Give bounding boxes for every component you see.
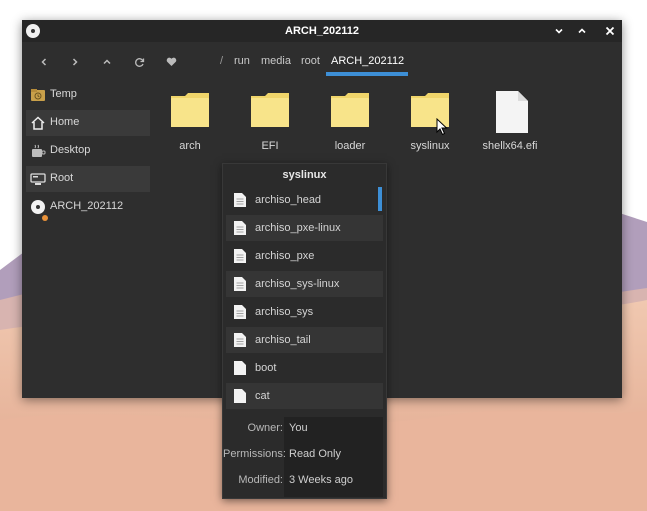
text-file-icon xyxy=(234,193,246,207)
blank-file-icon xyxy=(234,361,246,375)
popover-list-item[interactable]: boot xyxy=(226,355,383,381)
text-file-icon xyxy=(234,305,246,319)
blank-file-icon xyxy=(234,389,246,403)
sidebar-item-label: Home xyxy=(50,116,80,128)
refresh-icon xyxy=(134,57,144,67)
folder-syslinux[interactable]: syslinux xyxy=(394,92,466,156)
popover-item-label: archiso_sys-linux xyxy=(255,278,340,290)
permissions-value: Read Only xyxy=(289,448,341,460)
popover-item-label: archiso_pxe xyxy=(255,250,315,262)
forward-icon xyxy=(72,58,78,66)
popover-list-item[interactable]: archiso_head xyxy=(226,187,383,213)
sidebar-item-label: Desktop xyxy=(50,144,91,156)
home-icon xyxy=(31,116,45,130)
toolbar: / run media root ARCH_202112 xyxy=(22,42,622,78)
popover-list-item[interactable]: archiso_pxe-linux xyxy=(226,215,383,241)
breadcrumb-root[interactable]: root xyxy=(301,42,320,78)
desktop-icon xyxy=(32,144,46,157)
text-file-icon xyxy=(234,333,246,347)
folder-icon xyxy=(331,93,369,127)
file-label: arch xyxy=(179,140,201,152)
sidebar-item-home[interactable]: Home xyxy=(26,110,150,136)
popover-list-item[interactable]: archiso_tail xyxy=(226,327,383,353)
folder-icon xyxy=(171,93,209,127)
popover-item-label: boot xyxy=(255,362,277,374)
modified-value: 3 Weeks ago xyxy=(289,474,354,486)
refresh-button[interactable] xyxy=(131,54,147,70)
text-file-icon xyxy=(234,277,246,291)
blank-file-icon xyxy=(233,416,247,417)
window-title: ARCH_202112 xyxy=(285,25,359,37)
text-file-icon xyxy=(234,249,246,263)
root-drive-icon xyxy=(30,173,46,185)
folder-icon xyxy=(251,93,289,127)
sidebar-item-desktop[interactable]: Desktop xyxy=(26,138,150,164)
maximize-button[interactable] xyxy=(571,20,593,42)
file-label: loader xyxy=(334,140,366,152)
modified-label: Modified: xyxy=(238,474,283,486)
popover-item-label: archiso_pxe-linux xyxy=(255,222,341,234)
sidebar-item-label: Temp xyxy=(50,88,77,100)
popover-item-label: cat xyxy=(255,390,270,402)
owner-value: You xyxy=(289,422,308,434)
text-file-icon xyxy=(234,221,246,235)
popover-list-item[interactable]: archiso_sys xyxy=(226,299,383,325)
mounted-indicator-dot xyxy=(42,215,48,221)
popover-item-label: archiso_tail xyxy=(255,334,311,346)
active-breadcrumb-indicator xyxy=(326,72,408,76)
up-button[interactable] xyxy=(99,54,115,70)
close-button[interactable] xyxy=(599,20,621,42)
sidebar-item-root[interactable]: Root xyxy=(26,166,150,192)
breadcrumb-media[interactable]: media xyxy=(261,42,291,78)
popover-item-label: archiso_sys xyxy=(255,306,314,318)
file-label: EFI xyxy=(261,140,279,152)
popover-item-label: archiso_head xyxy=(255,194,322,206)
chevron-up-icon xyxy=(578,28,586,34)
popover-list-item[interactable]: archiso_pxe xyxy=(226,243,383,269)
folder-preview-popover: syslinux archiso_head archiso_pxe-linux … xyxy=(222,163,387,499)
sidebar: Temp Home Desktop Root ARCH_202112 xyxy=(22,82,152,392)
file-label: shellx64.efi xyxy=(482,140,538,152)
owner-label: Owner: xyxy=(247,422,283,434)
temp-folder-icon xyxy=(31,89,45,101)
popover-list-item[interactable]: archiso_sys-linux xyxy=(226,271,383,297)
document-icon xyxy=(496,91,528,133)
back-button[interactable] xyxy=(36,54,52,70)
forward-button[interactable] xyxy=(67,54,83,70)
favorite-button[interactable] xyxy=(163,54,179,70)
folder-loader[interactable]: loader xyxy=(314,92,386,156)
minimize-button[interactable] xyxy=(548,20,570,42)
folder-efi[interactable]: EFI xyxy=(234,92,306,156)
popover-title: syslinux xyxy=(282,169,327,181)
up-icon xyxy=(103,59,111,65)
permissions-label: Permissions: xyxy=(223,448,286,460)
sidebar-item-temp[interactable]: Temp xyxy=(26,82,150,108)
close-icon xyxy=(605,26,615,36)
sidebar-item-label: Root xyxy=(50,172,74,184)
sidebar-item-label: ARCH_202112 xyxy=(50,200,124,212)
chevron-down-icon xyxy=(555,28,563,34)
mouse-cursor-icon xyxy=(436,118,448,136)
file-shellx64-efi[interactable]: shellx64.efi xyxy=(474,91,546,156)
back-icon xyxy=(41,58,47,66)
breadcrumb-separator[interactable]: / xyxy=(220,42,223,78)
heart-icon xyxy=(166,57,176,66)
popover-file-list: archiso_head archiso_pxe-linux archiso_p… xyxy=(226,187,383,417)
disc-icon xyxy=(31,200,45,214)
popover-list-item[interactable]: cat xyxy=(226,383,383,409)
file-label: syslinux xyxy=(410,140,450,152)
folder-arch[interactable]: arch xyxy=(154,92,226,156)
breadcrumb-run[interactable]: run xyxy=(234,42,250,78)
title-bar[interactable]: ARCH_202112 xyxy=(22,20,622,42)
